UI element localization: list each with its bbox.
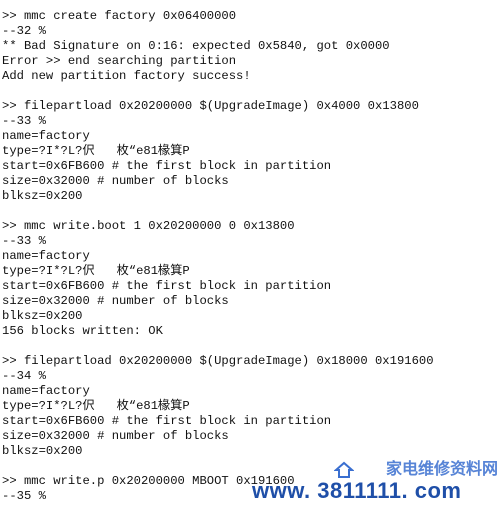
terminal-line: Add new partition factory success! [2,69,251,83]
terminal-line: start=0x6FB600 # the first block in part… [2,414,332,428]
terminal-line: --32 % [2,24,46,38]
watermark: 家电维修资料网 www. 3811111. com [250,461,500,503]
terminal-line: type=?I*?L?伬 枚“e81椽箕P [2,264,190,278]
terminal-line: ** Bad Signature on 0:16: expected 0x584… [2,39,390,53]
terminal-line: size=0x32000 # number of blocks [2,174,229,188]
terminal-line: >> filepartload 0x20200000 $(UpgradeImag… [2,99,419,113]
site-logo-icon [334,461,354,478]
terminal-line: start=0x6FB600 # the first block in part… [2,279,332,293]
terminal-line: type=?I*?L?伬 枚“e81椽箕P [2,144,190,158]
terminal-line: name=factory [2,249,90,263]
terminal-line: name=factory [2,384,90,398]
terminal-line: Error >> end searching partition [2,54,237,68]
watermark-site-name: 家电维修资料网 [385,461,498,478]
terminal-output: >> mmc create factory 0x06400000 --32 % **… [0,0,504,505]
terminal-line: size=0x32000 # number of blocks [2,429,229,443]
terminal-line: >> mmc write.boot 1 0x20200000 0 0x13800 [2,219,295,233]
terminal-line: blksz=0x200 [2,309,83,323]
terminal-line: --33 % [2,114,46,128]
terminal-line: blksz=0x200 [2,444,83,458]
terminal-line: >> mmc create factory 0x06400000 [2,9,237,23]
terminal-line: name=factory [2,129,90,143]
terminal-line: --35 % [2,489,46,503]
terminal-line: blksz=0x200 [2,189,83,203]
terminal-line: --34 % [2,369,46,383]
watermark-url: www. 3811111. com [252,478,462,503]
terminal-line: start=0x6FB600 # the first block in part… [2,159,332,173]
terminal-line: type=?I*?L?伬 枚“e81椽箕P [2,399,190,413]
terminal-line: size=0x32000 # number of blocks [2,294,229,308]
terminal-line: --33 % [2,234,46,248]
terminal-line: 156 blocks written: OK [2,324,163,338]
terminal-line: >> filepartload 0x20200000 $(UpgradeImag… [2,354,434,368]
